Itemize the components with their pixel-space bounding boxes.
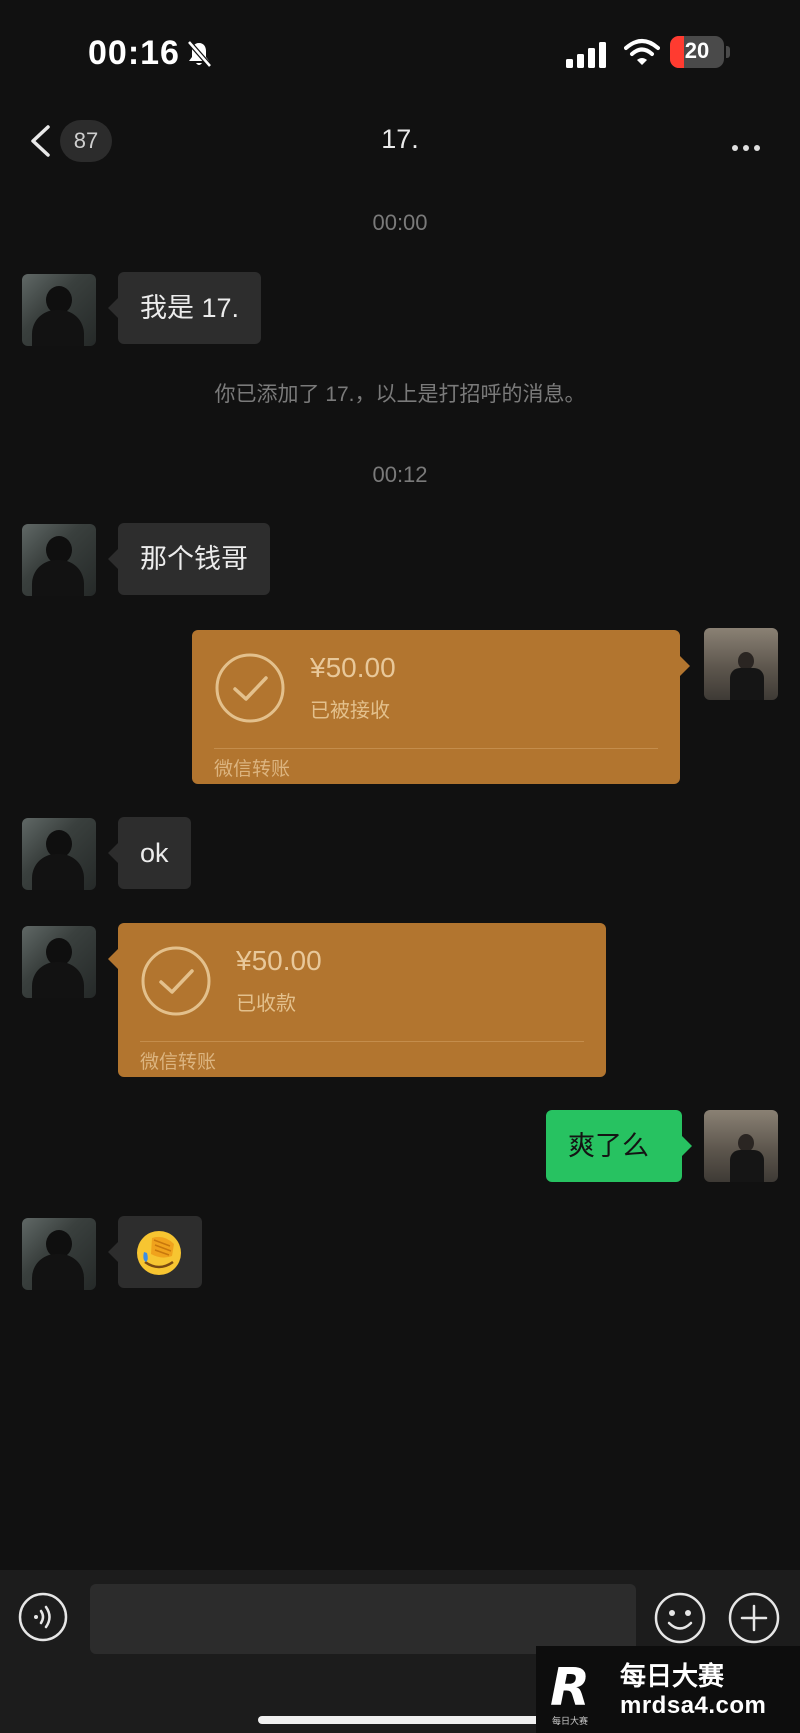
watermark-title: 每日大赛 [620, 1661, 725, 1691]
status-bar: 00:16 20 [0, 0, 800, 110]
my-avatar[interactable] [704, 628, 778, 700]
incoming-message-bubble[interactable]: ok [108, 817, 191, 889]
battery-indicator: 20 [670, 36, 724, 68]
contact-avatar[interactable] [22, 926, 96, 998]
watermark-url: mrdsa4.com [620, 1692, 767, 1719]
divider [214, 748, 658, 749]
transfer-card-received[interactable]: ¥50.00 已收款 微信转账 [108, 923, 606, 1077]
my-avatar[interactable] [704, 1110, 778, 1182]
message-timestamp: 00:00 [372, 210, 428, 235]
wifi-icon [624, 39, 660, 65]
divider [140, 1041, 584, 1042]
transfer-card-sent[interactable]: ¥50.00 已被接收 微信转账 [192, 630, 690, 784]
more-options-icon[interactable] [732, 138, 768, 151]
bell-muted-icon [187, 40, 212, 68]
transfer-label: 微信转账 [214, 759, 291, 780]
message-input[interactable] [90, 1584, 636, 1654]
add-more-icon[interactable] [728, 1592, 780, 1644]
check-circle-icon [215, 653, 285, 723]
incoming-message-bubble[interactable]: 那个钱哥 [108, 523, 270, 595]
contact-avatar[interactable] [22, 274, 96, 346]
battery-tip [726, 46, 730, 58]
home-indicator [258, 1716, 542, 1724]
battery-level: 20 [684, 38, 710, 63]
outgoing-message-bubble[interactable]: 爽了么 [546, 1110, 692, 1182]
signal-icon [566, 42, 606, 68]
contact-avatar[interactable] [22, 818, 96, 890]
incoming-message-bubble[interactable]: 我是 17. [107, 272, 262, 344]
face-palm-crying-emoji-icon [137, 1231, 181, 1275]
transfer-status: 已收款 [236, 993, 296, 1015]
message-timestamp: 00:12 [372, 462, 428, 487]
status-time: 00:16 [88, 34, 180, 72]
site-watermark: R 每日大赛 每日大赛 mrdsa4.com [536, 1646, 800, 1733]
voice-input-icon[interactable] [18, 1592, 68, 1642]
chat-header: 87 17. [0, 110, 800, 172]
emoji-picker-icon[interactable] [654, 1592, 706, 1644]
transfer-status: 已被接收 [310, 700, 390, 722]
system-message: 你已添加了 17.，以上是打招呼的消息。 [214, 383, 586, 406]
check-circle-icon [141, 946, 211, 1016]
watermark-logo: R 每日大赛 [550, 1658, 591, 1726]
transfer-amount: ¥50.00 [310, 652, 396, 683]
contact-avatar[interactable] [22, 1218, 96, 1290]
transfer-amount: ¥50.00 [236, 945, 322, 976]
contact-avatar[interactable] [22, 524, 96, 596]
chat-title: 17. [381, 124, 419, 154]
transfer-label: 微信转账 [140, 1052, 217, 1073]
